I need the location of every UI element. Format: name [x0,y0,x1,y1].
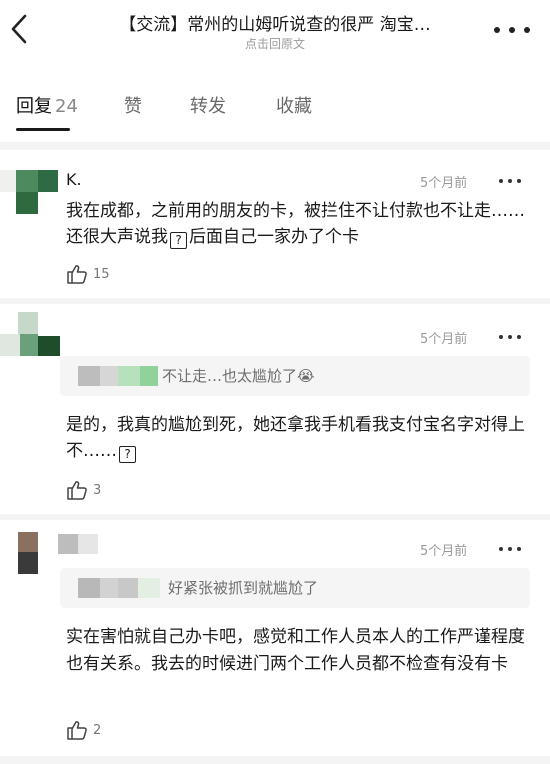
divider [0,142,550,150]
timestamp: 5个月前 [420,176,468,191]
divider [0,298,550,304]
like-count: 15 [93,266,110,282]
quoted-reply[interactable]: 不让走…也太尴尬了😭 [60,356,530,396]
like-count: 2 [93,722,102,738]
like-button[interactable]: 3 [66,480,101,500]
thumbs-up-icon [67,721,87,740]
thumbs-up-icon [67,265,87,284]
more-dots-icon [494,27,500,33]
like-count: 3 [93,482,102,498]
tab-favorites[interactable]: 收藏 [276,92,312,118]
chevron-left-icon [11,14,27,44]
comment-more-button[interactable] [499,332,521,342]
unknown-glyph-icon: ? [170,232,187,249]
avatar[interactable] [0,312,60,362]
active-tab-indicator [16,128,70,131]
username-redacted[interactable] [58,534,78,554]
comment-text: 实在害怕就自己办卡吧，感觉和工作人员本人的工作严谨程度也有关系。我去的时候进门两… [66,627,525,674]
divider [0,514,550,520]
tab-replies[interactable]: 回复 24 [16,92,78,118]
comment-text: 是的，我真的尴尬到死，她还拿我手机看我支付宝名字对得上不……? [66,415,525,463]
quoted-reply[interactable]: 好紧张被抓到就尴尬了 [60,568,530,608]
like-button[interactable]: 2 [66,720,101,740]
comment-text: 我在成都，之前用的朋友的卡，被拦住不让付款也不让走……还很大声说我? 后面自己一家… [66,201,525,249]
divider [0,756,550,764]
avatar[interactable] [0,170,60,220]
username[interactable]: K. [66,170,82,189]
avatar[interactable] [0,532,60,582]
timestamp: 5个月前 [420,544,468,559]
reply-count: 24 [55,96,78,117]
quoted-text: 不让走…也太尴尬了😭 [162,367,315,385]
more-dots-icon [499,547,503,551]
tab-likes[interactable]: 赞 [124,92,142,118]
unknown-glyph-icon: ? [119,446,136,463]
tab-bar: 回复 24 赞 转发 收藏 [0,86,550,136]
top-bar: 【交流】常州的山姆听说查的很严 淘宝… 点击回原文 [0,0,550,62]
tab-reposts[interactable]: 转发 [190,92,226,118]
like-button[interactable]: 15 [66,264,110,284]
tab-label: 回复 [16,96,52,117]
back-to-original-link[interactable]: 点击回原文 [60,35,490,52]
timestamp: 5个月前 [420,332,468,347]
quoted-text: 好紧张被抓到就尴尬了 [168,579,319,597]
post-title[interactable]: 【交流】常州的山姆听说查的很严 淘宝… [60,10,490,35]
more-dots-icon [499,179,503,183]
more-dots-icon [499,335,503,339]
comment-more-button[interactable] [499,176,521,186]
back-button[interactable] [6,14,32,44]
more-button[interactable] [494,18,530,42]
thumbs-up-icon [67,481,87,500]
comment-more-button[interactable] [499,544,521,554]
